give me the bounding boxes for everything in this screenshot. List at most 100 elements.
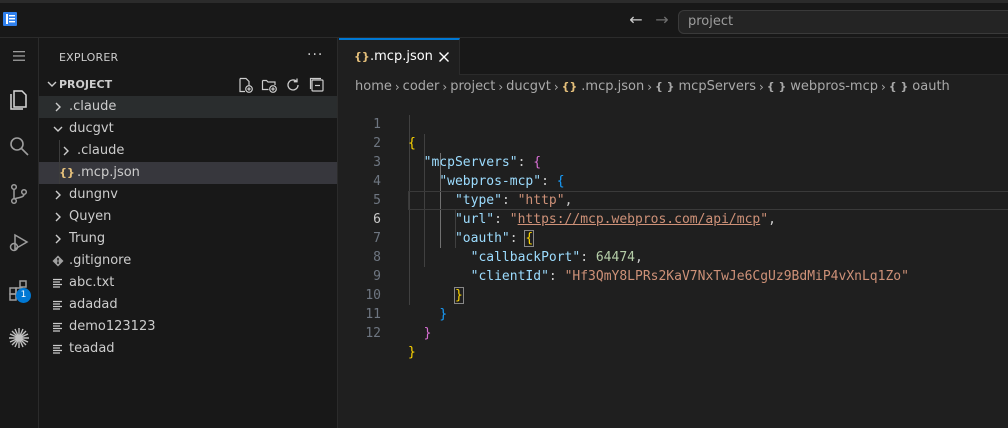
brace: } (408, 345, 416, 360)
text-file-icon (50, 316, 66, 338)
text-file-icon (50, 338, 66, 360)
code-line: 12 } (339, 305, 1008, 360)
object-icon: { } (766, 80, 787, 93)
search-icon[interactable] (3, 130, 35, 162)
code-line: 5 "url": "https://mcp.webpros.com/api/mc… (339, 172, 1008, 227)
code-line: 7 "callbackPort": 64474, (339, 210, 1008, 265)
tree-item-trung-folder[interactable]: Trung (39, 228, 337, 250)
chevron-down-icon (45, 77, 59, 91)
code-line: 9 } (339, 248, 1008, 304)
breadcrumb-item-mcp-json[interactable]: .mcp.json (581, 76, 644, 98)
extensions-badge: 1 (16, 288, 31, 303)
breadcrumb: home › coder › project › ducgvt › {} .mc… (355, 76, 950, 98)
menu-icon[interactable] (3, 40, 35, 72)
tab-mcp-json[interactable]: {} .mcp.json (339, 38, 460, 75)
tree-item-claude-folder[interactable]: .claude (39, 96, 337, 118)
refresh-icon[interactable] (284, 76, 302, 94)
tree-item-teadad[interactable]: teadad (39, 338, 337, 360)
tree-item-ducgvt-claude-folder[interactable]: .claude (39, 140, 337, 162)
activity-bar: 1 (0, 38, 39, 428)
tree-item-gitignore[interactable]: .gitignore (39, 250, 337, 272)
close-icon[interactable] (436, 49, 452, 65)
code-line: 3 "webpros-mcp": { (339, 134, 1008, 189)
chevron-right-icon: › (758, 80, 764, 94)
chevron-right-icon (59, 144, 73, 158)
tree-item-label: dungnv (69, 187, 118, 202)
tree-item-label: ducgvt (69, 121, 114, 136)
tree-item-adadad[interactable]: adadad (39, 294, 337, 316)
json-file-icon: {} (561, 80, 578, 93)
forward-arrow-icon[interactable]: → (653, 11, 671, 29)
code-line: 1 { (339, 96, 1008, 151)
title-bar: ← → project (0, 0, 1008, 38)
object-icon: { } (655, 80, 675, 93)
tree-item-label: Quyen (69, 209, 112, 224)
tree-item-label: .claude (69, 99, 117, 114)
explorer-files-icon[interactable] (3, 82, 35, 114)
text-file-icon (50, 294, 66, 316)
tree-item-label: .gitignore (69, 253, 132, 268)
git-file-icon (50, 250, 66, 272)
back-arrow-icon[interactable]: ← (627, 11, 645, 29)
code-line-current: 6 "oauth": { (339, 191, 1008, 247)
tree-item-label: demo123123 (69, 319, 156, 334)
tree-item-label: abc.txt (69, 275, 115, 290)
explorer-sidebar: EXPLORER ··· PROJECT .claude ducgvt .cla… (39, 38, 338, 428)
section-label: PROJECT (59, 78, 113, 91)
code-line: 2 "mcpServers": { (339, 115, 1008, 170)
chevron-right-icon: › (498, 80, 504, 94)
tree-item-label: Trung (69, 231, 106, 246)
project-section-header[interactable]: PROJECT (39, 74, 337, 96)
brace: } (423, 326, 432, 341)
breadcrumb-item-project[interactable]: project (450, 76, 495, 98)
chevron-right-icon (51, 188, 65, 202)
tab-bar: {} .mcp.json (339, 38, 1008, 75)
code-line: 10 } (339, 267, 1008, 322)
json-file-icon: {} (354, 50, 370, 63)
breadcrumb-item-coder[interactable]: coder (403, 76, 440, 98)
chevron-right-icon (51, 210, 65, 224)
command-center-search[interactable]: project (678, 10, 1008, 34)
chevron-right-icon (51, 100, 65, 114)
collapse-all-icon[interactable] (308, 76, 326, 94)
source-control-icon[interactable] (3, 178, 35, 210)
code-line: 4 "type": "http", (339, 153, 1008, 208)
tree-item-mcp-json[interactable]: {} .mcp.json (39, 162, 337, 184)
tree-item-label: .mcp.json (77, 165, 140, 180)
breadcrumb-item-webpros-mcp[interactable]: webpros-mcp (790, 76, 878, 98)
line-number: 12 (365, 326, 381, 341)
chevron-right-icon: › (442, 80, 448, 94)
tree-item-dungnv-folder[interactable]: dungnv (39, 184, 337, 206)
sidebar-title: EXPLORER (59, 51, 119, 64)
new-folder-icon[interactable] (260, 76, 278, 94)
ai-sparkle-icon[interactable] (3, 322, 35, 354)
chevron-right-icon: › (880, 80, 886, 94)
chevron-right-icon: › (394, 80, 400, 94)
breadcrumb-item-ducgvt[interactable]: ducgvt (506, 76, 551, 98)
tree-item-abc-txt[interactable]: abc.txt (39, 272, 337, 294)
tree-item-ducgvt-folder[interactable]: ducgvt (39, 118, 337, 140)
app-logo-icon (2, 11, 18, 27)
tree-item-label: .claude (77, 143, 125, 158)
file-tree: .claude ducgvt .claude {} .mcp.json dung… (39, 96, 337, 360)
tree-item-demo123123[interactable]: demo123123 (39, 316, 337, 338)
tree-item-quyen-folder[interactable]: Quyen (39, 206, 337, 228)
more-actions-icon[interactable]: ··· (307, 47, 323, 63)
breadcrumb-item-mcpservers[interactable]: mcpServers (679, 76, 756, 98)
breadcrumb-item-oauth[interactable]: oauth (912, 76, 950, 98)
tree-item-label: teadad (69, 341, 115, 356)
run-debug-icon[interactable] (3, 226, 35, 258)
text-file-icon (50, 272, 66, 294)
breadcrumb-item-home[interactable]: home (355, 76, 392, 98)
chevron-right-icon: › (647, 80, 653, 94)
editor-area: {} .mcp.json home › coder › project › du… (339, 38, 1008, 428)
object-icon: { } (888, 80, 909, 93)
chevron-right-icon (51, 232, 65, 246)
code-editor[interactable]: 1 { 2 "mcpServers": { 3 "webpros-mcp": {… (339, 96, 1008, 360)
new-file-icon[interactable] (236, 76, 254, 94)
chevron-right-icon: › (553, 80, 559, 94)
tab-label: .mcp.json (370, 49, 433, 64)
json-file-icon: {} (59, 166, 75, 179)
code-line: 8 "clientId": "Hf3QmY8LPRs2KaV7NxTwJe6Cg… (339, 229, 1008, 284)
tree-item-label: adadad (69, 297, 118, 312)
